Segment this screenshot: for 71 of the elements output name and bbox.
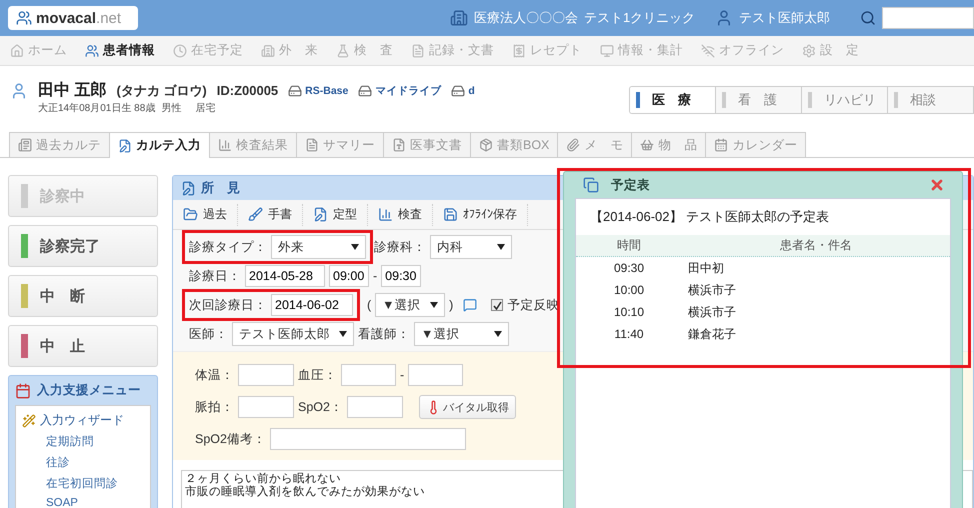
- sex: 男性: [161, 102, 182, 115]
- field-label: 診療日：: [189, 268, 241, 284]
- separator-text: -: [400, 368, 404, 382]
- clinic-name: テスト1クリニック: [584, 9, 696, 27]
- table-cell-text: 田中初: [687, 260, 725, 276]
- note-line: 市販の睡眠導入剤を飲んでみたが効果がない: [185, 486, 426, 499]
- drive-link[interactable]: マイドライブ: [358, 84, 442, 98]
- select-field[interactable]: ▼選択: [414, 322, 509, 346]
- birth-date: 大正14年08月01日生 88歳: [38, 102, 156, 115]
- schedule-heading: 【2014-06-02】 テスト医師太郎の予定表: [589, 208, 830, 226]
- menu-item[interactable]: 入力ウィザード: [22, 410, 144, 431]
- table-cell-text: 10:00: [612, 283, 646, 297]
- logo[interactable]: movacal.net: [8, 6, 138, 30]
- field-label: 体温：: [195, 366, 234, 384]
- select-field[interactable]: テスト医師太郎: [232, 322, 354, 346]
- table-cell-text: 10:10: [612, 305, 646, 319]
- date-field[interactable]: 2014-06-02: [271, 294, 353, 316]
- drive-link[interactable]: RS-Base: [288, 84, 348, 98]
- column-header: 時間: [616, 237, 642, 254]
- separator-text: -: [373, 269, 378, 283]
- toolbar-button[interactable]: 過去: [173, 204, 238, 226]
- patient-id: ID:Z00005: [216, 83, 278, 98]
- menu-subitem[interactable]: 在宅初回問診: [22, 473, 144, 494]
- table-cell-text: 横浜市子: [687, 282, 737, 298]
- user-name: テスト医師太郎: [739, 9, 830, 27]
- toolbar-button[interactable]: ｵﾌﾗｲﾝ保存: [433, 204, 528, 226]
- field-label: 脈拍：: [195, 398, 234, 416]
- field-label: 診療科：: [374, 238, 426, 256]
- vitals-button[interactable]: バイタル取得: [418, 395, 516, 419]
- time-field[interactable]: 09:30: [381, 265, 422, 287]
- field-label: 医師：: [189, 326, 228, 342]
- toolbar-button[interactable]: 検査: [368, 204, 433, 226]
- field-label: 血圧：: [298, 366, 337, 384]
- field-label: 看護師：: [358, 326, 410, 342]
- toolbar-button[interactable]: 手書: [238, 204, 303, 226]
- select-field[interactable]: 外来: [271, 235, 366, 259]
- popup-title: 予定表: [611, 176, 650, 194]
- table-cell-text: 鎌倉花子: [687, 326, 737, 342]
- menu-subitem[interactable]: SOAP: [22, 494, 144, 508]
- panel-title: 所 見: [201, 179, 240, 197]
- toolbar-button[interactable]: 定型: [303, 204, 368, 226]
- table-cell-text: 09:30: [612, 261, 646, 275]
- support-menu-title: 入力支援メニュー: [37, 382, 141, 399]
- table-cell-text: 11:40: [613, 327, 645, 341]
- bracket-text: (: [367, 298, 372, 312]
- nav-item[interactable]: 患者情報: [85, 42, 155, 59]
- status-button[interactable]: 診察完了: [8, 225, 158, 267]
- field-label: SpO2備考：: [195, 430, 266, 448]
- organization-name: 医療法人〇〇〇会: [474, 9, 578, 27]
- status-button[interactable]: 中 断: [8, 275, 158, 317]
- table-cell-text: 横浜市子: [687, 304, 737, 320]
- note-line: ２ヶ月くらい前から眠れない: [185, 473, 342, 485]
- select-field[interactable]: 内科: [430, 235, 512, 259]
- field-label: SpO2：: [298, 398, 343, 416]
- status-button[interactable]: 中 止: [8, 325, 158, 367]
- column-header: 患者名・件名: [779, 237, 853, 254]
- bracket-text: ): [449, 298, 454, 312]
- field-label: 診療タイプ：: [189, 238, 267, 256]
- field-label: 次回診療日：: [189, 296, 267, 314]
- logo-text: movacal.net: [36, 10, 122, 26]
- menu-subitem[interactable]: 往診: [22, 452, 144, 473]
- select-field[interactable]: ▼選択: [375, 293, 446, 317]
- time-field[interactable]: 09:00: [329, 265, 369, 287]
- department-tab[interactable]: 医 療: [630, 87, 716, 113]
- residence: 居宅: [195, 102, 216, 115]
- patient-name: 田中 五郎: [38, 80, 106, 101]
- menu-subitem[interactable]: 定期訪問: [22, 431, 144, 452]
- patient-kana: (タナカ ゴロウ): [116, 82, 207, 100]
- date-field[interactable]: 2014-05-28: [245, 265, 325, 287]
- record-tab[interactable]: カルテ入力: [109, 132, 210, 158]
- drive-link[interactable]: d: [451, 84, 475, 98]
